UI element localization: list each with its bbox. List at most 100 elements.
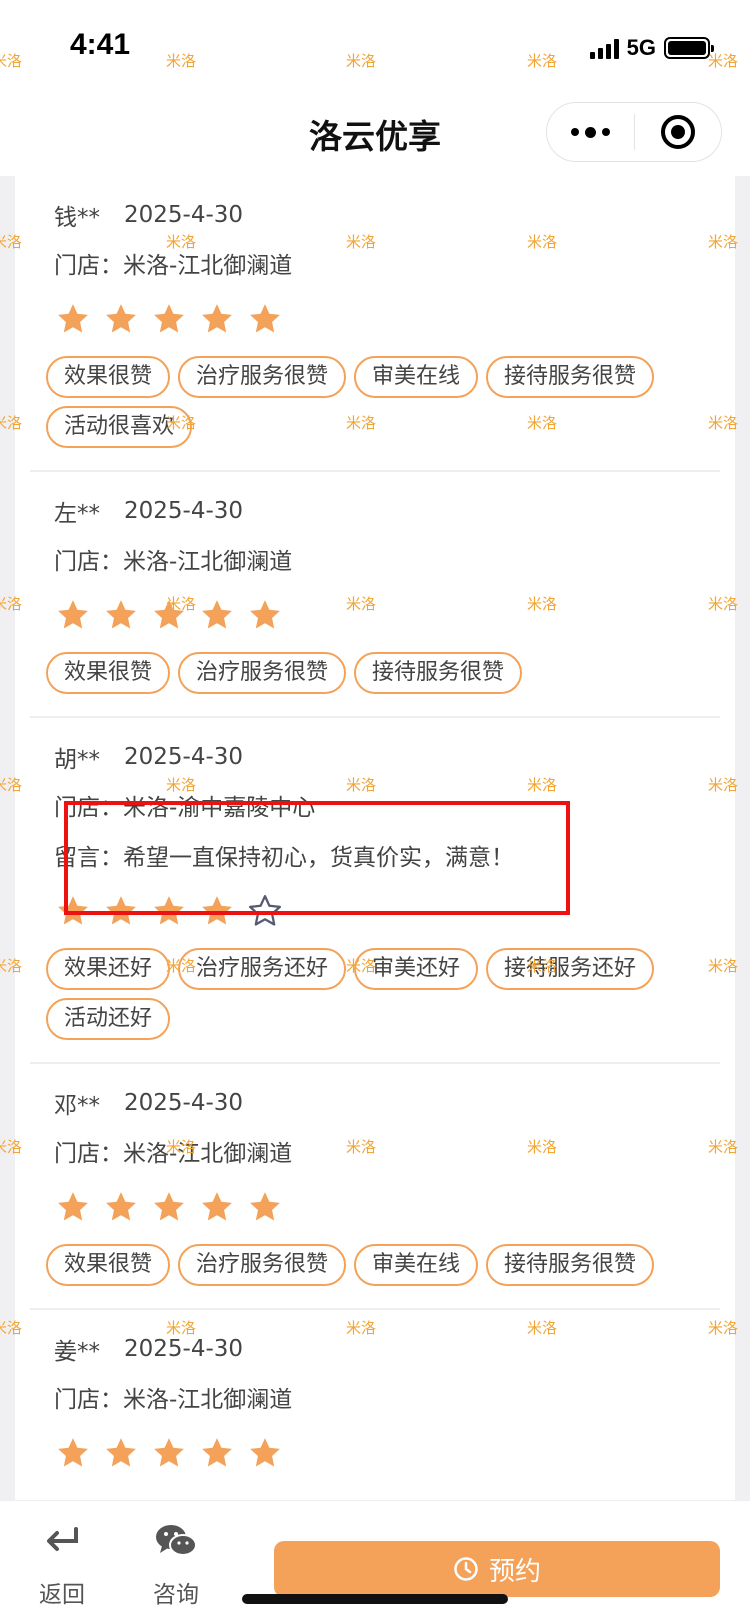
message-prefix: 留言： — [54, 845, 123, 871]
status-bar: 4:41 5G — [0, 0, 750, 88]
store-prefix: 门店： — [54, 549, 123, 575]
consult-label: 咨询 — [153, 1582, 199, 1608]
star-filled-icon — [250, 304, 280, 333]
star-filled-icon — [106, 1192, 136, 1221]
review-card: 胡** 2025-4-30 门店： 米洛-渝中嘉陵中心 留言： 希望一直保持初心，货真价实… — [30, 718, 720, 1064]
store-name: 米洛-江北御澜道 — [123, 1387, 293, 1413]
store-name: 米洛-江北御澜道 — [123, 253, 293, 279]
star-filled-icon — [154, 1438, 184, 1467]
close-mini-program-button[interactable] — [635, 103, 721, 161]
review-tag: 接待服务还好 — [486, 948, 655, 990]
reviewer-name: 邓** — [54, 1093, 100, 1119]
star-filled-icon — [106, 304, 136, 333]
store-line: 门店： 米洛-江北御澜道 — [30, 1126, 720, 1176]
clock-icon — [454, 1557, 478, 1581]
star-rating — [30, 880, 720, 942]
review-tag: 治疗服务还好 — [178, 948, 347, 990]
star-empty-icon — [248, 894, 282, 926]
review-tag: 效果很赞 — [46, 652, 171, 694]
store-prefix: 门店： — [54, 1387, 123, 1413]
more-button[interactable] — [547, 103, 634, 161]
store-name: 米洛-江北御澜道 — [123, 1141, 293, 1167]
nav-bar: 洛云优享 — [0, 88, 750, 176]
store-name: 米洛-渝中嘉陵中心 — [123, 795, 316, 821]
network-label: 5G — [626, 35, 656, 60]
star-filled-icon — [106, 1438, 136, 1467]
review-tag: 治疗服务很赞 — [178, 652, 347, 694]
star-filled-icon — [202, 304, 232, 333]
review-tag: 效果很赞 — [46, 356, 171, 398]
star-filled-icon — [250, 1438, 280, 1467]
message-line: 留言： 希望一直保持初心，货真价实，满意！ — [30, 830, 720, 880]
book-appointment-button[interactable]: 预约 — [274, 1541, 720, 1597]
review-card: 钱** 2025-4-30 门店： 米洛-江北御澜道 效果很赞 治疗服务很赞 审美在线 接待服… — [30, 176, 720, 472]
book-label: 预约 — [488, 1556, 541, 1587]
store-line: 门店： 米洛-江北御澜道 — [30, 534, 720, 584]
review-tag: 活动很喜欢 — [46, 406, 193, 448]
star-filled-icon — [58, 304, 88, 333]
review-date: 2025-4-30 — [124, 1336, 244, 1362]
back-button[interactable]: 返回 — [32, 1521, 92, 1611]
review-card: 左** 2025-4-30 门店： 米洛-江北御澜道 效果很赞 治疗服务很赞 接待服务很赞 — [30, 472, 720, 718]
star-filled-icon — [154, 1192, 184, 1221]
star-filled-icon — [106, 600, 136, 629]
mini-program-capsule — [546, 102, 722, 162]
review-tag: 治疗服务很赞 — [178, 356, 347, 398]
tag-list: 效果很赞 治疗服务很赞 审美在线 接待服务很赞活动很喜欢 — [30, 356, 720, 448]
return-arrow-icon — [47, 1527, 78, 1551]
tag-list: 效果很赞 治疗服务很赞 接待服务很赞 — [30, 652, 720, 694]
review-card: 姜** 2025-4-30 门店： 米洛-江北御澜道 — [30, 1310, 720, 1500]
review-header: 姜** 2025-4-30 — [30, 1326, 720, 1372]
review-tag: 治疗服务很赞 — [178, 1244, 347, 1286]
reviewer-name: 左** — [54, 501, 100, 527]
star-filled-icon — [154, 600, 184, 629]
target-icon — [660, 115, 695, 149]
star-filled-icon — [202, 896, 232, 925]
consult-button[interactable]: 咨询 — [146, 1521, 206, 1611]
star-filled-icon — [106, 896, 136, 925]
review-tag: 接待服务很赞 — [354, 652, 523, 694]
store-line: 门店： 米洛-江北御澜道 — [30, 1372, 720, 1422]
review-header: 邓** 2025-4-30 — [30, 1080, 720, 1126]
home-indicator — [242, 1594, 508, 1604]
star-rating — [30, 584, 720, 646]
store-line: 门店： 米洛-江北御澜道 — [30, 238, 720, 288]
status-icons: 5G — [589, 34, 714, 62]
store-name: 米洛-江北御澜道 — [123, 549, 293, 575]
tag-list: 效果很赞 治疗服务很赞 审美在线 接待服务很赞 — [30, 1244, 720, 1286]
wechat-icon — [156, 1525, 197, 1556]
more-dot-icon — [602, 128, 610, 136]
star-filled-icon — [58, 1438, 88, 1467]
star-rating — [30, 1422, 720, 1484]
signal-icon — [589, 37, 619, 59]
review-card: 邓** 2025-4-30 门店： 米洛-江北御澜道效果很赞 治疗服务很赞 审美在线 接待服… — [30, 1064, 720, 1310]
review-header: 左** 2025-4-30 — [30, 488, 720, 534]
bottom-bar: 返回 咨询 预约 — [0, 1500, 750, 1624]
star-rating — [30, 288, 720, 350]
review-list[interactable]: 钱** 2025-4-30 门店： 米洛-江北御澜道 效果很赞 治疗服务很赞 审美在线 接待服… — [15, 176, 735, 1500]
reviewer-name: 钱** — [54, 205, 100, 231]
more-dot-icon — [585, 126, 596, 138]
review-tag: 审美在线 — [354, 1244, 479, 1286]
status-time: 4:41 — [70, 28, 131, 61]
star-filled-icon — [154, 304, 184, 333]
star-filled-icon — [250, 600, 280, 629]
review-tag: 审美还好 — [354, 948, 479, 990]
review-tag: 活动还好 — [46, 998, 171, 1040]
review-tag: 效果很赞 — [46, 1244, 171, 1286]
star-filled-icon — [58, 1192, 88, 1221]
store-line: 门店： 米洛-渝中嘉陵中心 — [30, 780, 720, 830]
star-filled-icon — [58, 600, 88, 629]
review-date: 2025-4-30 — [124, 1090, 244, 1116]
star-filled-icon — [154, 896, 184, 925]
star-rating — [30, 1176, 720, 1238]
review-header: 胡** 2025-4-30 — [30, 734, 720, 780]
star-filled-icon — [202, 1192, 232, 1221]
more-dot-icon — [571, 128, 579, 136]
review-tag: 接待服务很赞 — [486, 356, 655, 398]
review-tag: 审美在线 — [354, 356, 479, 398]
star-filled-icon — [250, 1192, 280, 1221]
back-label: 返回 — [39, 1582, 85, 1608]
review-date: 2025-4-30 — [124, 498, 244, 524]
review-date: 2025-4-30 — [124, 744, 244, 770]
